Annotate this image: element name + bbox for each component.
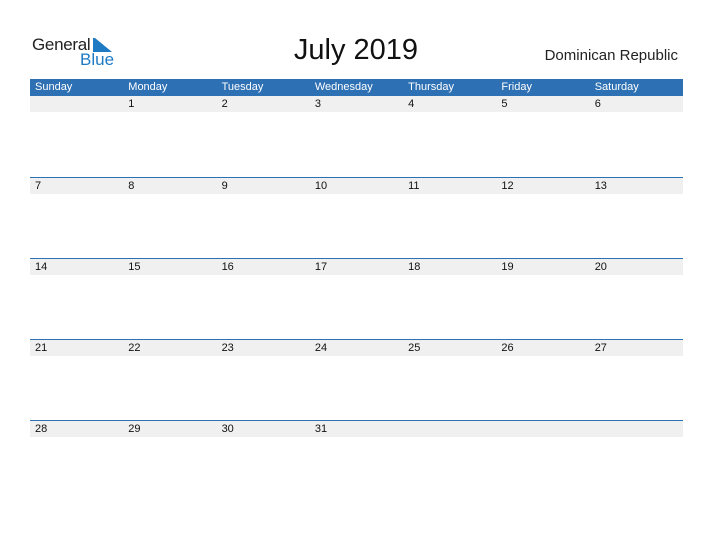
day-cell: 7 [35,180,42,192]
day-cell: 25 [408,342,421,354]
weekday-tuesday: Tuesday [221,81,264,93]
day-cell [496,421,589,437]
day-cell: 12 [501,180,514,192]
day-cell: 16 [221,261,234,273]
day-cell: 17 [314,261,328,273]
day-cell: 9 [221,180,228,192]
date-strip: 14 15 16 17 18 19 20 [30,259,683,275]
weekday-friday: Friday [501,81,532,93]
day-cell: 22 [128,342,141,354]
date-strip: 28 29 30 31 [30,421,683,437]
day-cell: 6 [594,98,601,110]
day-cell: 11 [408,180,420,192]
country-label: Dominican Republic [544,47,678,64]
day-cell: 3 [314,98,321,110]
day-cell: 2 [221,98,228,110]
day-cell: 1 [128,98,135,110]
date-strip: 21 22 23 24 25 26 27 [30,340,683,356]
week-row-3: 14 15 16 17 18 19 20 [30,258,683,339]
day-cell: 15 [128,261,141,273]
date-strip: 1 2 3 4 5 6 [30,96,683,112]
day-cell: 31 [314,423,328,435]
day-cell [30,96,123,112]
weekday-monday: Monday [128,81,168,93]
day-cell [590,421,683,437]
day-cell: 23 [221,342,234,354]
weekday-sunday: Sunday [35,81,73,93]
weekday-header: Sunday Monday Tuesday Wednesday Thursday… [30,79,683,96]
week-row-5: 28 29 30 31 [30,420,683,501]
week-row-4: 21 22 23 24 25 26 27 [30,339,683,420]
day-cell [403,421,496,437]
day-cell: 18 [408,261,421,273]
day-cell: 14 [35,261,48,273]
weekday-wednesday: Wednesday [314,81,373,93]
day-cell: 20 [594,261,607,273]
day-cell: 30 [221,423,234,435]
day-cell: 10 [314,180,328,192]
date-strip: 7 8 9 10 11 12 13 [30,178,683,194]
day-cell: 21 [35,342,48,354]
day-cell: 24 [314,342,328,354]
weekday-thursday: Thursday [408,81,454,93]
day-cell: 26 [501,342,514,354]
day-cell: 8 [128,180,135,192]
day-cell: 19 [501,261,514,273]
day-cell: 13 [594,180,607,192]
week-row-2: 7 8 9 10 11 12 13 [30,177,683,258]
day-cell: 29 [128,423,141,435]
day-cell: 28 [35,423,48,435]
weekday-saturday: Saturday [594,81,639,93]
day-cell: 4 [408,98,415,110]
day-cell: 5 [501,98,508,110]
week-row-1: 1 2 3 4 5 6 [30,95,683,176]
day-cell: 27 [594,342,607,354]
